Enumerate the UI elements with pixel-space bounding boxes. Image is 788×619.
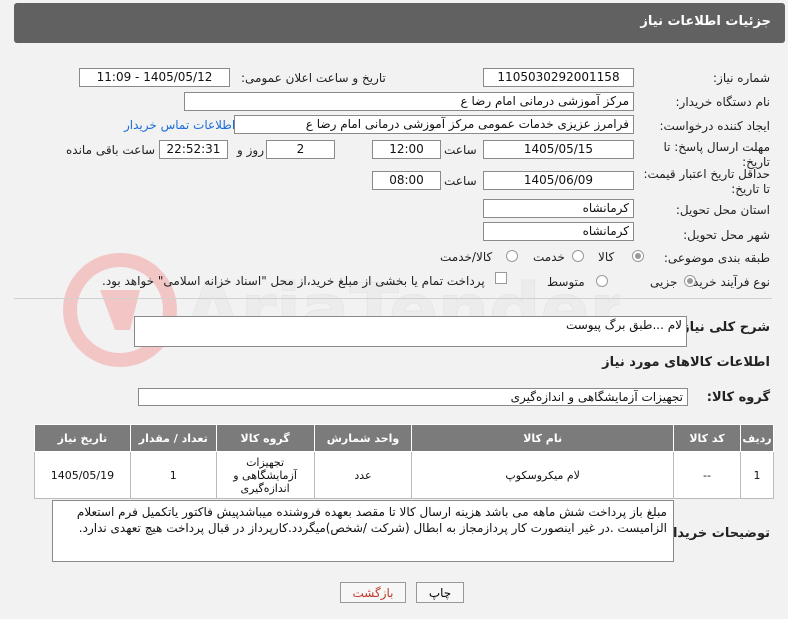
deadline-date-field: 1405/05/15 [483, 140, 634, 159]
cell-row-number: 1 [740, 451, 774, 499]
category-label: طبقه بندی موضوعی: [663, 251, 770, 265]
treasury-payment-checkbox[interactable] [495, 272, 507, 284]
page-title: جزئیات اطلاعات نیاز [640, 14, 771, 29]
announce-field: 1405/05/12 - 11:09 [79, 68, 230, 87]
goods-group-field: تجهیزات آزمایشگاهی و اندازه‌گیری [138, 388, 688, 406]
col-header-row-number: ردیف [740, 424, 774, 452]
category-option-goods-service: کالا/خدمت [440, 250, 493, 264]
buyer-contact-link[interactable]: اطلاعات تماس خریدار [124, 118, 235, 132]
table-header-row: ردیف کد کالا نام کالا واحد شمارش گروه کا… [34, 424, 774, 452]
deadline-label: مهلت ارسال پاسخ: تا تاریخ: [663, 140, 770, 169]
days-label: روز و [237, 143, 264, 157]
cell-quantity: 1 [129, 451, 217, 499]
price-date-field: 1405/06/09 [483, 171, 634, 190]
cell-group: تجهیزات آزمایشگاهی و اندازه‌گیری [215, 451, 315, 499]
province-label: استان محل تحویل: [675, 203, 770, 217]
process-label: نوع فرآیند خرید : [685, 275, 770, 289]
price-validity-label: حداقل تاریخ اعتبار قیمت: تا تاریخ: [643, 167, 770, 196]
remaining-time-label: ساعت باقی مانده [66, 143, 156, 157]
deadline-time-field: 12:00 [372, 140, 441, 159]
city-label: شهر محل تحویل: [683, 228, 770, 242]
col-header-quantity: تعداد / مقدار [129, 424, 217, 452]
process-radio-minor[interactable] [684, 275, 696, 287]
buyer-notes-textarea[interactable]: مبلغ باز پرداخت شش ماهه می باشد هزینه ار… [52, 500, 674, 562]
description-textarea[interactable]: لام ...طبق برگ پیوست [134, 316, 687, 347]
announce-label: تاریخ و ساعت اعلان عمومی: [241, 71, 386, 85]
requester-field: فرامرز عزیزی خدمات عمومی مرکز آموزشی درم… [234, 115, 634, 134]
remaining-time-field: 22:52:31 [159, 140, 228, 159]
divider [14, 298, 772, 299]
treasury-payment-note: پرداخت تمام یا بخشی از مبلغ خرید،از محل … [102, 274, 485, 288]
col-header-need-date: تاریخ نیاز [34, 424, 131, 452]
buyer-org-label: نام دستگاه خریدار: [675, 95, 771, 109]
buyer-notes-label: توضیحات خریدار: [660, 526, 770, 541]
need-number-label: شماره نیاز: [713, 71, 770, 85]
items-section-title: اطلاعات کالاهای مورد نیاز [602, 355, 770, 370]
description-label: شرح کلی نیاز: [676, 320, 770, 335]
need-details-panel: AriaTender.net جزئیات اطلاعات نیاز شماره… [0, 0, 788, 619]
process-radio-medium[interactable] [596, 275, 608, 287]
buyer-org-field: مرکز آموزشی درمانی امام رضا ع [184, 92, 634, 111]
process-option-minor: جزیی [650, 275, 678, 289]
cell-need-date: 1405/05/19 [34, 451, 131, 499]
cell-name: لام میکروسکوپ [411, 451, 674, 499]
table-row[interactable]: 1 -- لام میکروسکوپ عدد تجهیزات آزمایشگاه… [34, 451, 774, 499]
need-number-field: 1105030292001158 [483, 68, 634, 87]
requester-label: ایجاد کننده درخواست: [659, 119, 770, 133]
col-header-unit: واحد شمارش [313, 424, 413, 452]
category-option-goods: کالا [598, 250, 615, 264]
page-header: جزئیات اطلاعات نیاز [14, 3, 785, 43]
price-time-label: ساعت [444, 174, 477, 188]
goods-group-label: گروه کالا: [706, 390, 770, 405]
print-button[interactable]: چاپ [416, 582, 464, 603]
col-header-group: گروه کالا [215, 424, 315, 452]
province-field: کرمانشاه [483, 199, 634, 218]
col-header-code: کد کالا [672, 424, 742, 452]
col-header-name: نام کالا [411, 424, 674, 452]
cell-unit: عدد [313, 451, 413, 499]
category-radio-goods-service[interactable] [506, 250, 518, 262]
price-time-field: 08:00 [372, 171, 441, 190]
process-option-medium: متوسط [547, 275, 585, 289]
category-option-service: خدمت [533, 250, 565, 264]
category-radio-service[interactable] [572, 250, 584, 262]
back-button[interactable]: بازگشت [340, 582, 406, 603]
deadline-time-label: ساعت [444, 143, 477, 157]
cell-code: -- [672, 451, 742, 499]
city-field: کرمانشاه [483, 222, 634, 241]
category-radio-goods[interactable] [632, 250, 644, 262]
days-field: 2 [266, 140, 335, 159]
items-table: ردیف کد کالا نام کالا واحد شمارش گروه کا… [34, 424, 774, 499]
